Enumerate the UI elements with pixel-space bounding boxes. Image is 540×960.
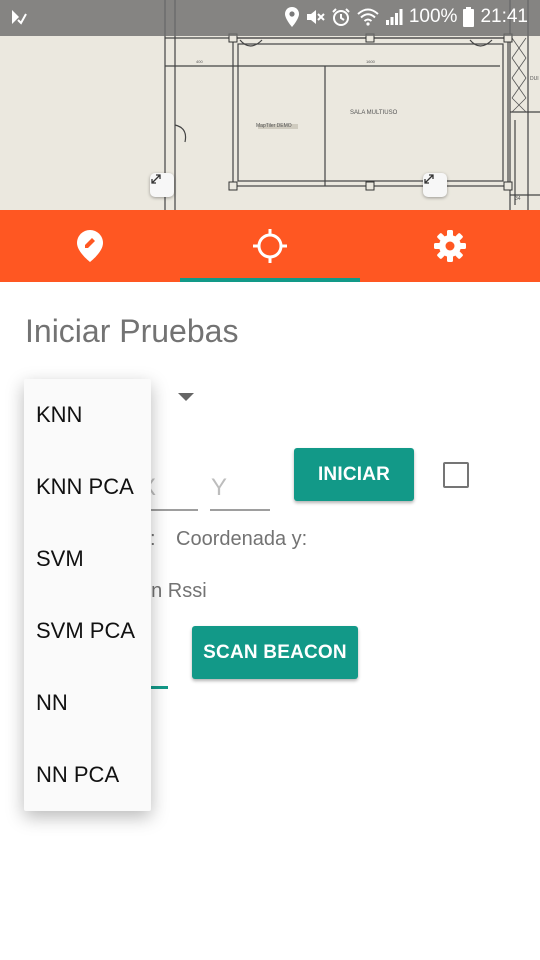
page-title: Iniciar Pruebas <box>25 313 239 349</box>
battery-icon <box>463 7 475 27</box>
battery-percent: 100% <box>408 6 458 27</box>
map-room-label: SALA MULTIUSO <box>350 110 398 116</box>
algorithm-dropdown-menu: KNN KNN PCA SVM SVM PCA NN NN PCA <box>24 379 151 811</box>
tab-bar <box>0 210 540 282</box>
checkbox[interactable] <box>443 462 469 488</box>
coordinate-y-label: Coordenada y: <box>176 528 308 550</box>
map-dimension: DUI <box>530 76 539 82</box>
scan-beacon-button[interactable]: SCAN BEACON <box>192 626 358 679</box>
spinner-dropdown-arrow-icon[interactable] <box>178 393 194 401</box>
clock: 21:41 <box>480 6 528 27</box>
map-dimension: 400 <box>196 59 203 64</box>
resize-arrows-icon <box>424 174 434 184</box>
notification-check-icon <box>10 8 28 32</box>
mute-icon <box>305 7 325 27</box>
tab-settings[interactable] <box>360 210 540 282</box>
alarm-icon <box>331 7 351 27</box>
dropdown-option-svm[interactable]: SVM <box>24 523 151 595</box>
dropdown-option-nn-pca[interactable]: NN PCA <box>24 739 151 811</box>
dropdown-option-nn[interactable]: NN <box>24 667 151 739</box>
input-underline-focused <box>150 686 168 689</box>
map-resize-handle[interactable] <box>423 173 447 197</box>
status-bar: 100% 21:41 <box>0 0 540 36</box>
location-edit-icon <box>77 230 103 262</box>
map-watermark: MapTiler DEMO <box>256 123 292 129</box>
settings-gear-icon <box>434 230 466 262</box>
location-icon <box>284 7 299 27</box>
wifi-icon <box>357 8 379 26</box>
tab-selected-indicator <box>180 278 360 282</box>
dropdown-option-knn-pca[interactable]: KNN PCA <box>24 451 151 523</box>
map-dimension: 1600 <box>366 59 375 64</box>
tab-tests[interactable] <box>180 210 360 282</box>
crosshair-icon <box>253 229 287 263</box>
start-button[interactable]: INICIAR <box>294 448 414 501</box>
map-dimension: 34 <box>515 196 521 202</box>
y-coordinate-input[interactable]: Y <box>211 474 227 502</box>
tab-map-edit[interactable] <box>0 210 180 282</box>
dropdown-option-svm-pca[interactable]: SVM PCA <box>24 595 151 667</box>
y-input-underline <box>210 509 270 511</box>
map-resize-handle[interactable] <box>150 173 174 197</box>
resize-arrows-icon <box>151 174 161 184</box>
dropdown-option-knn[interactable]: KNN <box>24 379 151 451</box>
signal-icon <box>385 8 403 26</box>
